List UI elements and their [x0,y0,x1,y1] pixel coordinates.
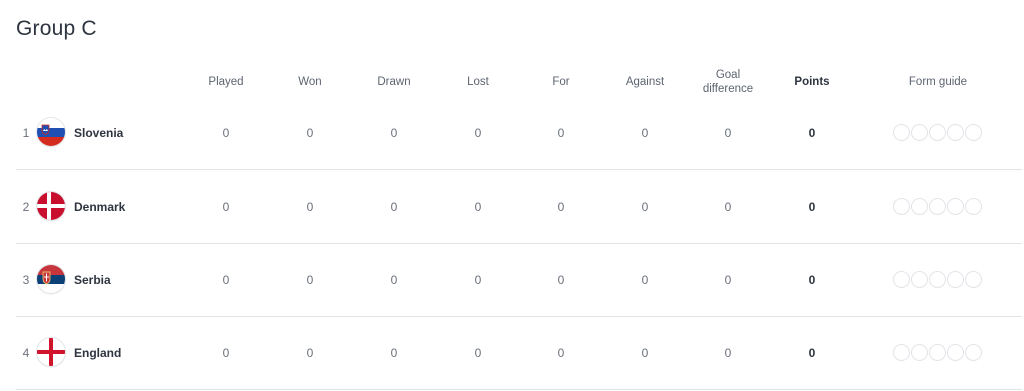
form-guide [893,96,983,169]
slovenia-flag-icon [37,118,65,146]
played-value: 0 [222,199,230,214]
team-name[interactable]: England [74,316,121,389]
form-guide [893,170,983,243]
table-row[interactable]: 2 Denmark 0 0 0 0 0 0 0 0 [16,170,1022,244]
team-name[interactable]: Slovenia [74,96,123,169]
lost-value: 0 [474,272,482,287]
denmark-flag-icon [37,192,65,220]
table-row[interactable]: 1 Slovenia 0 0 0 0 0 0 0 0 [16,96,1022,170]
played-value: 0 [222,272,230,287]
form-dot-empty [911,271,928,288]
for-value: 0 [557,272,565,287]
table-row[interactable]: 4 England 0 0 0 0 0 0 0 0 [16,316,1022,390]
points-value: 0 [808,345,816,360]
played-value: 0 [222,125,230,140]
form-dot-empty [947,344,964,361]
row-position: 4 [22,345,30,360]
drawn-value: 0 [390,272,398,287]
won-value: 0 [306,125,314,140]
form-dot-empty [893,344,910,361]
goal-difference-value: 0 [724,345,732,360]
row-position: 3 [22,272,30,287]
points-value: 0 [808,199,816,214]
lost-value: 0 [474,199,482,214]
form-dot-empty [911,124,928,141]
form-dot-empty [947,271,964,288]
goal-difference-value: 0 [724,272,732,287]
for-value: 0 [557,199,565,214]
against-value: 0 [641,199,649,214]
form-dot-empty [929,124,946,141]
for-value: 0 [557,345,565,360]
form-dot-empty [893,271,910,288]
form-dot-empty [893,198,910,215]
serbia-flag-icon [37,265,65,293]
table-row[interactable]: 3 Serbia 0 0 0 0 0 0 0 0 [16,243,1022,317]
form-dot-empty [929,344,946,361]
form-dot-empty [947,124,964,141]
form-dot-empty [965,271,982,288]
form-dot-empty [947,198,964,215]
lost-value: 0 [474,125,482,140]
won-value: 0 [306,199,314,214]
drawn-value: 0 [390,345,398,360]
row-position: 1 [22,125,30,140]
form-dot-empty [929,271,946,288]
against-value: 0 [641,125,649,140]
form-dot-empty [929,198,946,215]
row-position: 2 [22,199,30,214]
against-value: 0 [641,345,649,360]
group-title: Group C [16,17,97,40]
form-dot-empty [965,344,982,361]
form-dot-empty [893,124,910,141]
goal-difference-value: 0 [724,125,732,140]
form-dot-empty [911,344,928,361]
drawn-value: 0 [390,199,398,214]
team-name[interactable]: Serbia [74,243,111,316]
standings-page: Group C Played Won Drawn Lost For Agains… [0,0,1024,391]
team-name[interactable]: Denmark [74,170,125,243]
played-value: 0 [222,345,230,360]
for-value: 0 [557,125,565,140]
points-value: 0 [808,125,816,140]
against-value: 0 [641,272,649,287]
form-guide [893,316,983,389]
won-value: 0 [306,345,314,360]
goal-difference-value: 0 [724,199,732,214]
drawn-value: 0 [390,125,398,140]
england-flag-icon [37,338,65,366]
won-value: 0 [306,272,314,287]
lost-value: 0 [474,345,482,360]
form-dot-empty [911,198,928,215]
form-guide [893,243,983,316]
points-value: 0 [808,272,816,287]
form-dot-empty [965,198,982,215]
form-dot-empty [965,124,982,141]
